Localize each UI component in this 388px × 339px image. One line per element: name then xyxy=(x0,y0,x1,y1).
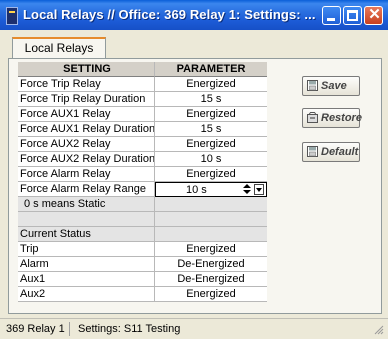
restore-label: Restore xyxy=(321,112,362,124)
setting-cell: Force AUX1 Relay Duration xyxy=(18,122,155,137)
table-row: Aux1 De-Energized xyxy=(18,272,267,287)
status-device: 369 Relay 1 xyxy=(6,322,70,336)
table-header: SETTING PARAMETER xyxy=(18,62,267,77)
dropdown-arrow-icon[interactable] xyxy=(254,184,264,195)
table-row-selected[interactable]: Force Alarm Relay Range 10 s xyxy=(18,182,267,197)
resize-grip-icon[interactable] xyxy=(373,324,384,335)
table-row: Trip Energized xyxy=(18,242,267,257)
table-row: Aux2 Energized xyxy=(18,287,267,302)
default-icon xyxy=(307,146,318,157)
close-icon: ✕ xyxy=(368,6,381,23)
setting-cell: Force AUX2 Relay xyxy=(18,137,155,152)
table-row[interactable]: Force AUX1 Relay Energized xyxy=(18,107,267,122)
parameter-cell[interactable]: 15 s xyxy=(155,92,267,107)
setting-cell: Force AUX2 Relay Duration xyxy=(18,152,155,167)
parameter-cell[interactable]: Energized xyxy=(155,77,267,92)
table-row[interactable]: Force AUX1 Relay Duration 15 s xyxy=(18,122,267,137)
parameter-cell[interactable]: Energized xyxy=(155,107,267,122)
empty-cell xyxy=(155,227,267,242)
parameter-cell[interactable]: Energized xyxy=(155,167,267,182)
status-value: Energized xyxy=(155,287,267,302)
status-bar: 369 Relay 1 Settings: S11 Testing xyxy=(0,318,388,339)
table-row: Alarm De-Energized xyxy=(18,257,267,272)
app-icon xyxy=(6,7,18,25)
tab-local-relays[interactable]: Local Relays xyxy=(12,37,106,59)
window-title: Local Relays // Office: 369 Relay 1: Set… xyxy=(23,7,316,22)
parameter-cell[interactable]: 15 s xyxy=(155,122,267,137)
table-row[interactable]: Force Trip Relay Duration 15 s xyxy=(18,92,267,107)
parameter-cell[interactable]: Energized xyxy=(155,137,267,152)
status-value: De-Energized xyxy=(155,272,267,287)
setting-cell: Force Trip Relay xyxy=(18,77,155,92)
minimize-button[interactable] xyxy=(322,6,341,25)
status-label: Alarm xyxy=(18,257,155,272)
save-icon xyxy=(307,80,318,91)
maximize-button[interactable] xyxy=(343,6,362,25)
column-header-parameter: PARAMETER xyxy=(155,62,267,77)
empty-cell xyxy=(155,197,267,212)
setting-cell: Force AUX1 Relay xyxy=(18,107,155,122)
status-value: Energized xyxy=(155,242,267,257)
parameter-spin-editor[interactable]: 10 s xyxy=(155,182,267,197)
table-row[interactable]: Force AUX2 Relay Duration 10 s xyxy=(18,152,267,167)
status-value: De-Energized xyxy=(155,257,267,272)
table-row-blank xyxy=(18,212,267,227)
spin-arrows-icon[interactable] xyxy=(242,184,252,195)
table-row[interactable]: Force Trip Relay Energized xyxy=(18,77,267,92)
table-row-section: Current Status xyxy=(18,227,267,242)
title-bar[interactable]: Local Relays // Office: 369 Relay 1: Set… xyxy=(0,0,388,30)
setting-cell: Force Alarm Relay Range xyxy=(18,182,155,197)
status-label: Aux2 xyxy=(18,287,155,302)
table-row[interactable]: Force AUX2 Relay Energized xyxy=(18,137,267,152)
restore-button[interactable]: Restore xyxy=(302,108,362,128)
maximize-icon xyxy=(347,10,358,21)
table-row-note: 0 s means Static xyxy=(18,197,267,212)
parameter-cell[interactable]: 10 s xyxy=(155,152,267,167)
empty-cell xyxy=(155,212,267,227)
save-label: Save xyxy=(321,80,347,92)
minimize-icon xyxy=(327,18,335,21)
parameter-value: 10 s xyxy=(186,184,207,196)
status-label: Aux1 xyxy=(18,272,155,287)
default-label: Default xyxy=(321,146,359,158)
table-row[interactable]: Force Alarm Relay Energized xyxy=(18,167,267,182)
restore-icon xyxy=(307,112,318,123)
save-button[interactable]: Save xyxy=(302,76,360,96)
settings-grid: SETTING PARAMETER Force Trip Relay Energ… xyxy=(18,62,267,302)
status-label: Trip xyxy=(18,242,155,257)
default-button[interactable]: Default xyxy=(302,142,360,162)
empty-cell xyxy=(18,212,155,227)
close-button[interactable]: ✕ xyxy=(364,6,383,25)
column-header-setting: SETTING xyxy=(18,62,155,77)
note-text: 0 s means Static xyxy=(18,197,155,212)
section-header-current-status: Current Status xyxy=(18,227,155,242)
setting-cell: Force Alarm Relay xyxy=(18,167,155,182)
status-settings: Settings: S11 Testing xyxy=(78,323,181,335)
setting-cell: Force Trip Relay Duration xyxy=(18,92,155,107)
